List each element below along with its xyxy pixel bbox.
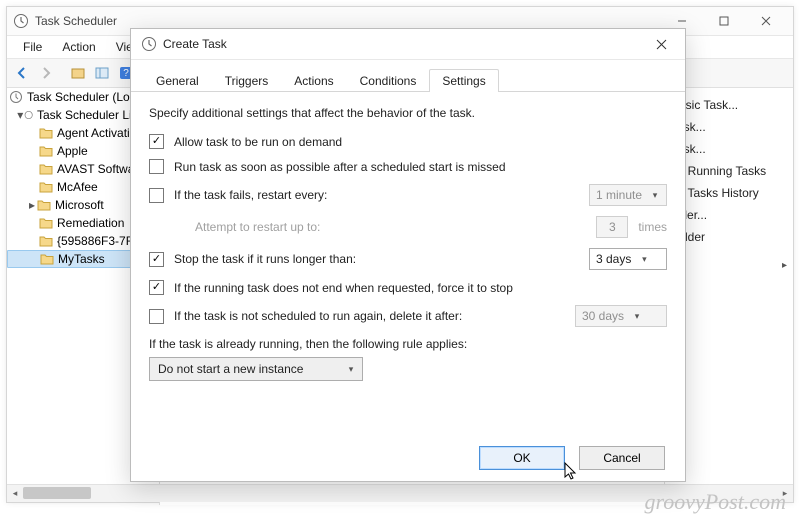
clock-icon [141,36,157,52]
action-item-6[interactable]: Folder [671,226,787,248]
folder-icon [39,216,53,230]
create-task-dialog: Create Task General Triggers Actions Con… [130,28,686,482]
combo-restart-interval: 1 minute ▾ [589,184,667,206]
checkbox-run-asap[interactable] [149,159,164,174]
caret-down-icon[interactable]: ▾ [17,108,24,122]
panel-toggle-icon[interactable] [91,62,113,84]
combo-rule[interactable]: Do not start a new instance ▾ [149,357,363,381]
action-item-5[interactable]: older... [671,204,787,226]
dialog-close-button[interactable] [641,31,681,57]
scroll-right-icon[interactable]: ▸ [777,485,793,502]
row-run-asap: Run task as soon as possible after a sch… [149,159,667,174]
action-item-3[interactable]: All Running Tasks [671,160,787,182]
folder-icon [37,198,51,212]
forward-arrow-icon[interactable] [35,62,57,84]
action-item-4[interactable]: All Tasks History [671,182,787,204]
scroll-thumb[interactable] [23,487,91,499]
combo-rule-value: Do not start a new instance [158,362,303,376]
label-allow-on-demand: Allow task to be run on demand [174,135,667,149]
dialog-title: Create Task [163,37,641,51]
combo-delete-after: 30 days ▾ [575,305,667,327]
folder-icon [39,180,53,194]
tree-node-label: McAfee [57,180,98,194]
tree-node-label: Microsoft [55,198,104,212]
folder-icon [40,252,54,266]
tab-strip: General Triggers Actions Conditions Sett… [131,60,685,92]
folder-icon [39,144,53,158]
clock-icon [9,90,23,104]
checkbox-stop-longer[interactable] [149,252,164,267]
label-rule: If the task is already running, then the… [149,337,667,351]
action-item-2[interactable]: Task... [671,138,787,160]
combo-delete-after-value: 30 days [582,309,624,323]
actions-expand[interactable] [671,254,787,276]
tree-node-label: MyTasks [58,252,105,266]
tab-triggers[interactable]: Triggers [212,69,282,92]
cancel-button[interactable]: Cancel [579,446,665,470]
chevron-down-icon: ▾ [648,190,662,201]
panel-action-icon[interactable] [67,62,89,84]
toolbar-separator [59,62,65,84]
back-arrow-icon[interactable] [11,62,33,84]
chevron-down-icon: ▾ [630,311,644,322]
row-stop-longer: Stop the task if it runs longer than: 3 … [149,248,667,270]
menu-file[interactable]: File [13,38,52,56]
combo-stop-longer[interactable]: 3 days ▾ [589,248,667,270]
caret-right-icon[interactable]: ▸ [27,198,37,212]
label-times: times [638,220,667,234]
app-title: Task Scheduler [35,14,661,28]
settings-description: Specify additional settings that affect … [149,106,667,120]
checkbox-force-stop[interactable] [149,280,164,295]
label-attempt-upto: Attempt to restart up to: [195,220,586,234]
clock-icon [13,13,29,29]
row-allow-on-demand: Allow task to be run on demand [149,134,667,149]
label-fail-restart: If the task fails, restart every: [174,188,579,202]
label-stop-longer: Stop the task if it runs longer than: [174,252,579,266]
ok-button[interactable]: OK [479,446,565,470]
tree-node-label: Apple [57,144,88,158]
horizontal-scrollbar[interactable]: ◂ ▸ [7,484,793,502]
folder-icon [39,126,53,140]
action-item-1[interactable]: Task... [671,116,787,138]
label-delete-after: If the task is not scheduled to run agai… [174,309,565,323]
spin-attempt-count: 3 [596,216,628,238]
clock-folder-icon [24,108,33,122]
chevron-down-icon: ▾ [637,254,651,265]
row-fail-restart: If the task fails, restart every: 1 minu… [149,184,667,206]
tab-actions[interactable]: Actions [281,69,346,92]
row-delete-after: If the task is not scheduled to run agai… [149,305,667,327]
label-run-asap: Run task as soon as possible after a sch… [174,160,667,174]
checkbox-allow-on-demand[interactable] [149,134,164,149]
chevron-down-icon: ▾ [344,364,358,375]
combo-restart-interval-value: 1 minute [596,188,642,202]
dialog-body: Specify additional settings that affect … [131,92,685,391]
folder-icon [39,234,53,248]
maximize-button[interactable] [703,9,745,33]
dialog-footer: OK Cancel [131,435,685,481]
row-attempt-upto: Attempt to restart up to: 3 times [149,216,667,238]
tab-conditions[interactable]: Conditions [347,69,430,92]
dialog-titlebar[interactable]: Create Task [131,29,685,60]
scroll-left-icon[interactable]: ◂ [7,485,23,502]
menu-action[interactable]: Action [52,38,105,56]
label-force-stop: If the running task does not end when re… [174,281,667,295]
svg-text:?: ? [123,68,129,79]
row-force-stop: If the running task does not end when re… [149,280,667,295]
action-item-0[interactable]: Basic Task... [671,94,787,116]
checkbox-fail-restart[interactable] [149,188,164,203]
tree-node-label: Remediation [57,216,124,230]
tab-settings[interactable]: Settings [429,69,498,92]
folder-icon [39,162,53,176]
combo-stop-longer-value: 3 days [596,252,631,266]
close-button[interactable] [745,9,787,33]
tab-general[interactable]: General [143,69,212,92]
checkbox-delete-after[interactable] [149,309,164,324]
